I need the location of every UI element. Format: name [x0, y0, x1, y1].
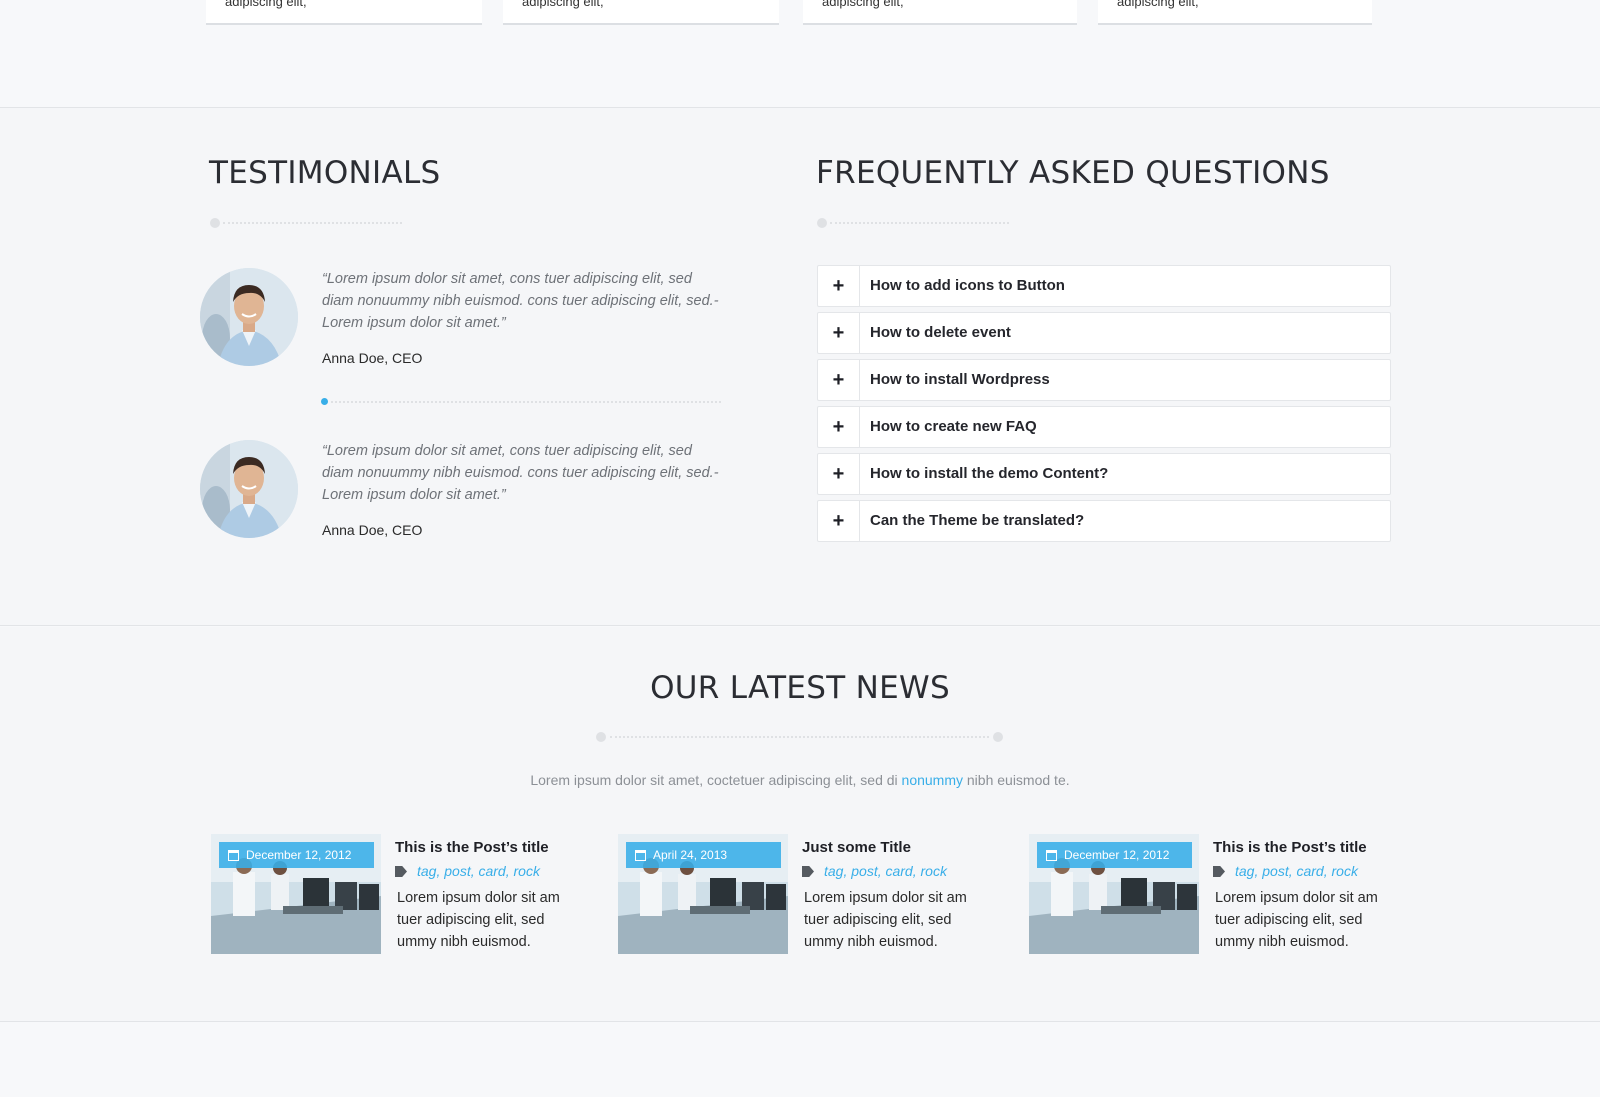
news-intro-link[interactable]: nonummy — [902, 772, 963, 788]
calendar-icon — [1046, 850, 1057, 861]
post-tags: tag, post, card, rock — [395, 863, 540, 879]
faq-heading: FREQUENTLY ASKED QUESTIONS — [816, 155, 1330, 191]
post-excerpt: Lorem ipsum dolor sit am tuer adipiscing… — [804, 890, 967, 950]
faq-question[interactable]: How to delete event — [870, 324, 1011, 341]
post-title[interactable]: This is the Post’s title — [395, 839, 549, 856]
faq-item[interactable]: + How to create new FAQ — [817, 406, 1391, 448]
faq-item[interactable]: + How to add icons to Button — [817, 265, 1391, 307]
news-intro-text: Lorem ipsum dolor sit amet, coctetuer ad… — [530, 772, 902, 788]
testimonial-item: “Lorem ipsum dolor sit amet, cons tuer a… — [200, 268, 720, 378]
tag-icon — [395, 866, 407, 877]
service-card-text: adipiscing elit, — [822, 0, 904, 9]
service-card-text: adipiscing elit, — [1117, 0, 1199, 9]
faq-item[interactable]: + How to install the demo Content? — [817, 453, 1391, 495]
post-date: April 24, 2013 — [653, 848, 728, 862]
testimonial-quote: “Lorem ipsum dolor sit amet, cons tuer a… — [322, 271, 719, 331]
service-card: adipiscing elit, — [1098, 0, 1372, 25]
faq-divider — [817, 218, 1009, 228]
news-post: April 24, 2013 Just some Title tag, post… — [618, 834, 988, 964]
testimonial-quote: “Lorem ipsum dolor sit amet, cons tuer a… — [322, 443, 719, 503]
news-divider — [596, 732, 1003, 742]
faq-question[interactable]: How to install the demo Content? — [870, 465, 1108, 482]
testimonial-author: Anna Doe, CEO — [322, 350, 423, 366]
post-title[interactable]: Just some Title — [802, 839, 911, 856]
faq-item[interactable]: + How to install Wordpress — [817, 359, 1391, 401]
news-post: December 12, 2012 This is the Post’s tit… — [1029, 834, 1399, 964]
faq-question[interactable]: How to add icons to Button — [870, 277, 1065, 294]
avatar — [200, 268, 298, 366]
post-tag-links[interactable]: tag, post, card, rock — [824, 863, 947, 879]
plus-icon[interactable]: + — [818, 360, 860, 400]
news-post: December 12, 2012 This is the Post’s tit… — [211, 834, 581, 964]
post-tag-links[interactable]: tag, post, card, rock — [417, 863, 540, 879]
post-tag-links[interactable]: tag, post, card, rock — [1235, 863, 1358, 879]
faq-question[interactable]: How to install Wordpress — [870, 371, 1050, 388]
plus-icon[interactable]: + — [818, 313, 860, 353]
testimonial-author: Anna Doe, CEO — [322, 522, 423, 538]
faq-item[interactable]: + Can the Theme be translated? — [817, 500, 1391, 542]
tag-icon — [802, 866, 814, 877]
testimonials-heading: TESTIMONIALS — [209, 155, 441, 191]
service-card: adipiscing elit, — [206, 0, 482, 25]
service-card-text: adipiscing elit, — [225, 0, 307, 9]
calendar-icon — [228, 850, 239, 861]
plus-icon[interactable]: + — [818, 454, 860, 494]
faq-item[interactable]: + How to delete event — [817, 312, 1391, 354]
post-thumbnail[interactable]: April 24, 2013 — [618, 834, 788, 954]
plus-icon[interactable]: + — [818, 501, 860, 541]
post-date-badge: April 24, 2013 — [626, 842, 781, 868]
news-intro-text-end: nibh euismod te. — [963, 772, 1070, 788]
testimonial-item: “Lorem ipsum dolor sit amet, cons tuer a… — [200, 440, 720, 550]
post-date-badge: December 12, 2012 — [219, 842, 374, 868]
post-date: December 12, 2012 — [1064, 848, 1170, 862]
service-card-text: adipiscing elit, — [522, 0, 604, 9]
post-thumbnail[interactable]: December 12, 2012 — [1029, 834, 1199, 954]
news-heading: OUR LATEST NEWS — [650, 670, 950, 706]
plus-icon[interactable]: + — [818, 266, 860, 306]
faq-question[interactable]: How to create new FAQ — [870, 418, 1037, 435]
post-excerpt: Lorem ipsum dolor sit am tuer adipiscing… — [1215, 890, 1378, 950]
tag-icon — [1213, 866, 1225, 877]
faq-question[interactable]: Can the Theme be translated? — [870, 512, 1084, 529]
post-excerpt: Lorem ipsum dolor sit am tuer adipiscing… — [397, 890, 560, 950]
post-title[interactable]: This is the Post’s title — [1213, 839, 1367, 856]
post-thumbnail[interactable]: December 12, 2012 — [211, 834, 381, 954]
calendar-icon — [635, 850, 646, 861]
plus-icon[interactable]: + — [818, 407, 860, 447]
testimonial-separator — [321, 398, 721, 405]
service-card: adipiscing elit, — [803, 0, 1077, 25]
news-intro: Lorem ipsum dolor sit amet, coctetuer ad… — [0, 772, 1600, 788]
post-date: December 12, 2012 — [246, 848, 352, 862]
post-date-badge: December 12, 2012 — [1037, 842, 1192, 868]
post-tags: tag, post, card, rock — [1213, 863, 1358, 879]
testimonials-divider — [210, 218, 402, 228]
post-tags: tag, post, card, rock — [802, 863, 947, 879]
service-card: adipiscing elit, — [503, 0, 779, 25]
top-cards-section: adipiscing elit, adipiscing elit, adipis… — [0, 0, 1600, 108]
avatar — [200, 440, 298, 538]
